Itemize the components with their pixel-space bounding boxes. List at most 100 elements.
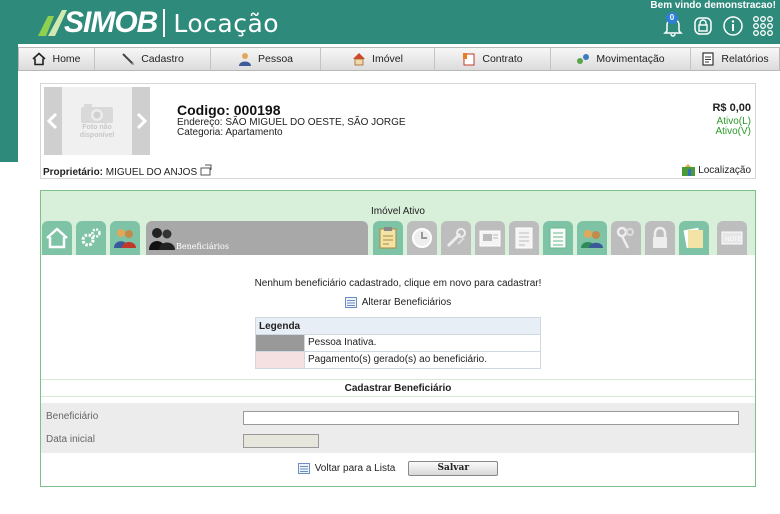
voltar-lista-link[interactable]: Voltar para a Lista [297, 463, 396, 474]
data-inicial-label: Data inicial [46, 434, 95, 445]
form-actions: Voltar para a Lista Salvar [41, 461, 755, 476]
alterar-label: Alterar Beneficiários [361, 297, 452, 308]
property-value: R$ 0,00 [712, 102, 751, 114]
nav-label: Cadastro [141, 53, 184, 65]
home-icon [32, 52, 47, 66]
notes-tag-icon: NOTE [721, 231, 743, 245]
logo-text-simob: SIMOB [64, 6, 158, 39]
tab-fotos[interactable] [475, 221, 505, 255]
location-label: Localização [698, 164, 751, 176]
owner-name[interactable]: MIGUEL DO ANJOS [103, 167, 197, 178]
nav-pessoa[interactable]: Pessoa [211, 48, 321, 70]
property-code: Codigo: 000198 [177, 102, 281, 118]
tab-documentos[interactable] [373, 221, 403, 255]
report-icon [702, 52, 714, 66]
photo-placeholder: Foto não disponível [62, 87, 132, 155]
nav-label: Contrato [482, 53, 523, 65]
tab-pessoas[interactable] [110, 221, 140, 255]
beneficiario-form: Beneficiário Data inicial [41, 403, 755, 453]
legend-row: Pagamento(s) gerado(s) ao beneficiário. [256, 351, 540, 368]
beneficiario-label: Beneficiário [46, 411, 99, 422]
legend-swatch-inactive [256, 335, 304, 351]
notification-badge: 0 [666, 12, 678, 24]
svg-text:NOTE: NOTE [725, 237, 742, 243]
main-nav: Home Cadastro Pessoa Imóvel Contrato Mov… [18, 47, 780, 71]
tab-beneficiarios-label: Beneficiários [176, 242, 229, 251]
panel-header: Imóvel Ativo Beneficiários NOTE [41, 191, 755, 255]
bell-icon[interactable]: 0 [662, 12, 684, 37]
nav-movimentacao[interactable]: Movimentação [551, 48, 691, 70]
apps-grid-icon[interactable] [752, 15, 774, 37]
header-icons: 0 [662, 12, 774, 37]
photos-icon [479, 230, 501, 247]
tab-chaves[interactable] [441, 221, 471, 255]
status-ativo-v: Ativo(V) [715, 126, 751, 137]
contract-icon [463, 53, 475, 66]
chevron-right-icon [136, 113, 147, 129]
tab-seguranca[interactable] [645, 221, 675, 255]
checklist-icon [549, 227, 567, 249]
tab-home[interactable] [42, 221, 72, 255]
document-icon [515, 227, 533, 249]
no-photo-text: Foto não disponível [79, 124, 115, 139]
legend-swatch-payment [256, 352, 304, 368]
nav-contrato[interactable]: Contrato [435, 48, 551, 70]
edit-owner-icon[interactable] [200, 164, 212, 176]
nav-relatorios[interactable]: Relatórios [691, 48, 779, 70]
person-icon [238, 53, 251, 66]
clipboard-icon [379, 227, 397, 249]
side-accent [0, 44, 18, 162]
nav-cadastro[interactable]: Cadastro [95, 48, 211, 70]
tab-contatos[interactable] [577, 221, 607, 255]
data-inicial-input[interactable] [243, 434, 319, 448]
keys-icon [616, 226, 634, 249]
section-tabs: Beneficiários NOTE [41, 221, 755, 255]
gears-icon [81, 228, 101, 247]
tab-notas[interactable]: NOTE [717, 221, 747, 255]
tab-vistoria[interactable] [407, 221, 437, 255]
nav-label: Home [52, 53, 81, 65]
map-icon [682, 164, 696, 176]
welcome-text: Bem vindo demonstracao! [650, 0, 776, 11]
nav-imovel[interactable]: Imóvel [321, 48, 435, 70]
logo-divider [163, 9, 166, 37]
padlock-icon [653, 226, 667, 248]
nav-home[interactable]: Home [19, 48, 95, 70]
lock-icon[interactable] [692, 15, 714, 37]
contacts-icon [581, 230, 603, 248]
cadastrar-title: Cadastrar Beneficiário [41, 379, 755, 397]
home-icon [46, 227, 68, 249]
people-icon [114, 229, 136, 248]
legend-table: Legenda Pessoa Inativa. Pagamento(s) ger… [255, 317, 541, 369]
tab-observacoes[interactable] [509, 221, 539, 255]
pen-icon [122, 53, 135, 65]
voltar-label: Voltar para a Lista [314, 463, 396, 474]
logo-text-locacao: Locação [173, 8, 280, 38]
app-logo[interactable]: SIMOB Locação [36, 6, 279, 40]
photo-next-button[interactable] [132, 87, 150, 155]
location-link[interactable]: Localização [682, 164, 751, 176]
tab-beneficiarios[interactable]: Beneficiários [146, 221, 368, 255]
beneficiario-input[interactable] [243, 411, 739, 425]
legend-text: Pagamento(s) gerado(s) ao beneficiário. [304, 352, 540, 368]
alterar-beneficiarios-link[interactable]: Alterar Beneficiários [41, 297, 755, 308]
tab-anotacoes[interactable] [679, 221, 709, 255]
nav-label: Movimentação [596, 53, 665, 65]
photo-prev-button[interactable] [44, 87, 62, 155]
property-category: Categoria: Apartamento [177, 127, 283, 138]
house-icon [353, 53, 366, 66]
info-icon[interactable] [722, 15, 744, 37]
tools-icon [446, 228, 466, 248]
nav-label: Pessoa [257, 53, 294, 65]
exchange-icon [577, 54, 590, 64]
tab-chaves-keys[interactable] [611, 221, 641, 255]
tab-lista[interactable] [543, 221, 573, 255]
nav-label: Relatórios [721, 53, 769, 65]
chevron-left-icon [47, 113, 58, 129]
salvar-button[interactable]: Salvar [408, 461, 499, 476]
tab-settings[interactable] [76, 221, 106, 255]
owner-label: Proprietário: [43, 167, 104, 178]
status-title: Imóvel Ativo [371, 206, 425, 217]
camera-icon [81, 104, 113, 123]
photo-carousel: Foto não disponível [44, 87, 150, 155]
